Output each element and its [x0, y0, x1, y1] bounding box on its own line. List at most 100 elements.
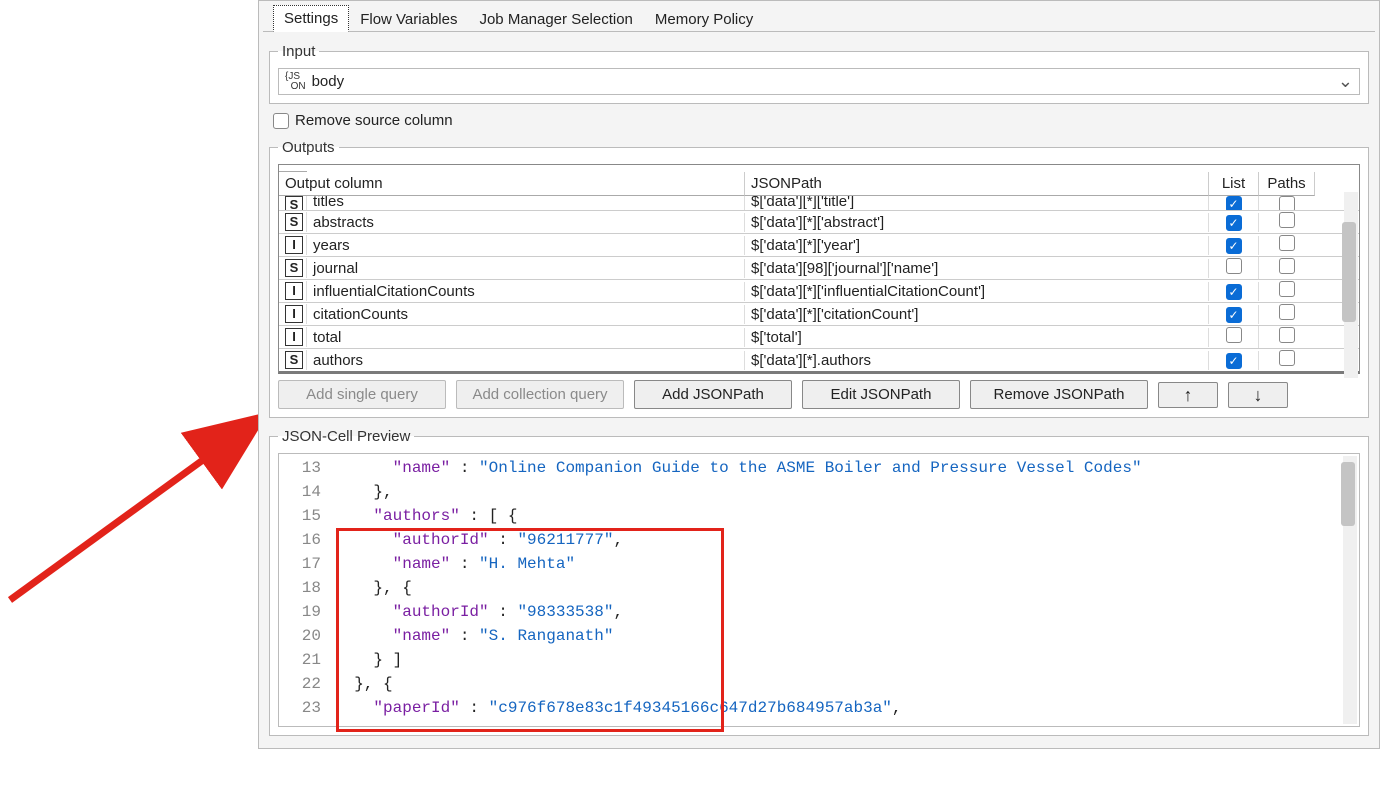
paths-checkbox[interactable]	[1279, 327, 1295, 343]
col-list[interactable]: List	[1209, 172, 1259, 196]
preview-scrollbar[interactable]	[1343, 456, 1357, 724]
paths-cell[interactable]	[1259, 303, 1315, 325]
paths-checkbox[interactable]	[1279, 304, 1295, 320]
scrollbar-thumb[interactable]	[1341, 462, 1355, 526]
outputs-scrollbar[interactable]	[1344, 192, 1358, 378]
preview-legend: JSON-Cell Preview	[278, 428, 414, 445]
paths-cell[interactable]	[1259, 280, 1315, 302]
list-checkbox[interactable]	[1226, 238, 1242, 254]
list-checkbox[interactable]	[1226, 258, 1242, 274]
preview-fieldset: JSON-Cell Preview 1314151617181920212223…	[269, 428, 1369, 736]
outputs-fieldset: Outputs Output column JSONPath List Path…	[269, 139, 1369, 418]
remove-jsonpath-button[interactable]: Remove JSONPath	[970, 380, 1148, 409]
type-badge: I	[285, 328, 303, 346]
output-name-cell: citationCounts	[307, 305, 745, 324]
list-checkbox[interactable]	[1226, 307, 1242, 323]
json-preview[interactable]: 1314151617181920212223 "name" : "Online …	[278, 453, 1360, 727]
list-checkbox[interactable]	[1226, 327, 1242, 343]
input-fieldset: Input {JS ON body ⌄	[269, 43, 1369, 104]
list-cell[interactable]	[1209, 282, 1259, 301]
output-name-cell: abstracts	[307, 213, 745, 232]
type-badge: I	[285, 305, 303, 323]
col-jsonpath[interactable]: JSONPath	[745, 172, 1209, 196]
add-single-query-button[interactable]: Add single query	[278, 380, 446, 409]
output-name-cell: years	[307, 236, 745, 255]
jsonpath-cell: $['data'][*]['citationCount']	[745, 305, 1209, 324]
annotation-arrow	[0, 410, 270, 610]
paths-cell[interactable]	[1259, 257, 1315, 279]
tab-memory-policy[interactable]: Memory Policy	[644, 6, 764, 32]
output-name-cell: influentialCitationCounts	[307, 282, 745, 301]
type-badge: S	[285, 351, 303, 369]
outputs-legend: Outputs	[278, 139, 339, 156]
list-checkbox[interactable]	[1226, 215, 1242, 231]
paths-checkbox[interactable]	[1279, 350, 1295, 366]
tab-settings[interactable]: Settings	[273, 5, 349, 32]
outputs-table: Output column JSONPath List Paths Stitle…	[278, 164, 1360, 374]
scrollbar-thumb[interactable]	[1342, 222, 1356, 322]
output-name-cell: total	[307, 328, 745, 347]
type-badge: S	[285, 196, 303, 210]
type-cell: S	[279, 196, 307, 210]
list-checkbox[interactable]	[1226, 353, 1242, 369]
paths-cell[interactable]	[1259, 349, 1315, 371]
type-cell: S	[279, 212, 307, 232]
paths-cell[interactable]	[1259, 326, 1315, 348]
tab-flow-variables[interactable]: Flow Variables	[349, 6, 468, 32]
table-row[interactable]: IcitationCounts$['data'][*]['citationCou…	[279, 302, 1359, 325]
list-cell[interactable]	[1209, 351, 1259, 370]
col-paths[interactable]: Paths	[1259, 172, 1315, 196]
move-up-button[interactable]: ↑	[1158, 382, 1218, 408]
type-badge: S	[285, 213, 303, 231]
output-name-cell: authors	[307, 351, 745, 370]
input-column-value: body	[312, 73, 345, 90]
table-row[interactable]: Itotal$['total']	[279, 325, 1359, 348]
add-jsonpath-button[interactable]: Add JSONPath	[634, 380, 792, 409]
paths-checkbox[interactable]	[1279, 212, 1295, 228]
line-gutter: 1314151617181920212223	[279, 454, 329, 726]
table-row[interactable]: Sauthors$['data'][*].authors	[279, 348, 1359, 371]
outputs-button-row: Add single query Add collection query Ad…	[278, 380, 1360, 409]
jsonpath-cell: $['data'][*]['abstract']	[745, 213, 1209, 232]
jsonpath-cell: $['data'][*].authors	[745, 351, 1209, 370]
table-row[interactable]: Iyears$['data'][*]['year']	[279, 233, 1359, 256]
remove-source-row[interactable]: Remove source column	[273, 112, 1365, 129]
code-area[interactable]: "name" : "Online Companion Guide to the …	[335, 456, 1339, 720]
col-output[interactable]: Output column	[279, 172, 745, 196]
type-cell: S	[279, 350, 307, 370]
list-cell[interactable]	[1209, 257, 1259, 279]
list-checkbox[interactable]	[1226, 196, 1242, 210]
list-cell[interactable]	[1209, 196, 1259, 210]
table-row[interactable]: Stitles$['data'][*]['title']	[279, 196, 1359, 210]
tab-job-manager[interactable]: Job Manager Selection	[468, 6, 643, 32]
chevron-down-icon: ⌄	[1338, 71, 1353, 92]
type-badge: I	[285, 282, 303, 300]
type-badge: S	[285, 259, 303, 277]
paths-checkbox[interactable]	[1279, 235, 1295, 251]
list-cell[interactable]	[1209, 213, 1259, 232]
list-cell[interactable]	[1209, 326, 1259, 348]
type-cell: I	[279, 235, 307, 255]
list-cell[interactable]	[1209, 305, 1259, 324]
list-checkbox[interactable]	[1226, 284, 1242, 300]
paths-cell[interactable]	[1259, 196, 1315, 210]
edit-jsonpath-button[interactable]: Edit JSONPath	[802, 380, 960, 409]
paths-cell[interactable]	[1259, 211, 1315, 233]
move-down-button[interactable]: ↓	[1228, 382, 1288, 408]
outputs-header-row: Output column JSONPath List Paths	[279, 165, 1359, 196]
table-row[interactable]: IinfluentialCitationCounts$['data'][*]['…	[279, 279, 1359, 302]
jsonpath-cell: $['data'][*]['influentialCitationCount']	[745, 282, 1209, 301]
remove-source-checkbox[interactable]	[273, 113, 289, 129]
table-row[interactable]: Sjournal$['data'][98]['journal']['name']	[279, 256, 1359, 279]
table-row[interactable]: Sabstracts$['data'][*]['abstract']	[279, 210, 1359, 233]
tab-bar: Settings Flow Variables Job Manager Sele…	[273, 5, 1379, 32]
paths-checkbox[interactable]	[1279, 281, 1295, 297]
add-collection-query-button[interactable]: Add collection query	[456, 380, 624, 409]
list-cell[interactable]	[1209, 236, 1259, 255]
remove-source-label: Remove source column	[295, 112, 453, 129]
paths-checkbox[interactable]	[1279, 258, 1295, 274]
input-column-selector[interactable]: {JS ON body ⌄	[278, 68, 1360, 95]
paths-cell[interactable]	[1259, 234, 1315, 256]
paths-checkbox[interactable]	[1279, 196, 1295, 210]
jsonpath-cell: $['data'][*]['title']	[745, 196, 1209, 210]
